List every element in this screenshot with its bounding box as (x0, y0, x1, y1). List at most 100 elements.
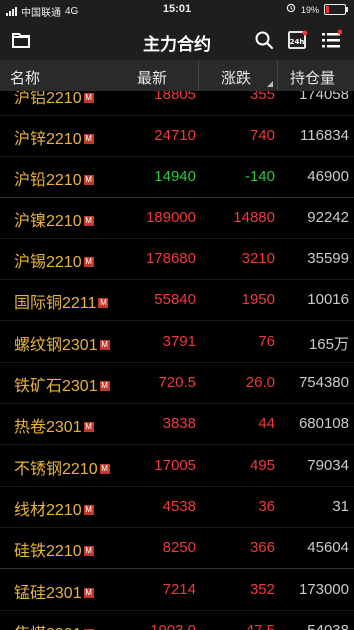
latest-price: 55840 (154, 291, 196, 308)
main-contract-badge: M (83, 588, 94, 598)
main-contract-badge: M (83, 216, 94, 226)
table-row[interactable]: 不锈钢2210 M 17005 495 79034 (0, 445, 354, 486)
price-change: 44 (258, 415, 275, 432)
latest-price: 178680 (145, 250, 196, 267)
main-contract-badge: M (83, 422, 94, 432)
price-change: 352 (249, 581, 275, 598)
contract-name: 铁矿石2301 M (14, 372, 110, 396)
contract-name: 锰硅2301 M (14, 579, 94, 603)
table-row[interactable]: 螺纹钢2301 M 3791 76 165万 (0, 321, 354, 362)
latest-price: 7214 (162, 581, 196, 598)
main-contract-badge: M (83, 175, 94, 185)
price-change: 1950 (241, 291, 275, 308)
open-interest: 35599 (307, 250, 349, 267)
price-change: 740 (249, 127, 275, 144)
price-change: 76 (258, 333, 275, 350)
table-row[interactable]: 国际铜2211 M 55840 1950 10016 (0, 279, 354, 320)
open-interest: 45604 (307, 539, 349, 556)
table-row[interactable]: 铁矿石2301 M 720.5 26.0 754380 (0, 362, 354, 403)
latest-price: 189000 (145, 209, 196, 226)
contract-name-text: 铁矿石2301 (14, 378, 98, 395)
column-latest[interactable]: 最新 (137, 67, 167, 88)
price-change: 36 (258, 498, 275, 515)
contract-name-text: 沪锌2210 (14, 131, 82, 148)
latest-price: 3838 (162, 415, 196, 432)
contract-name: 沪铅2210 M (14, 166, 94, 190)
contract-name-text: 螺纹钢2301 (14, 337, 98, 354)
open-interest: 680108 (298, 415, 349, 432)
alarm-icon (286, 3, 296, 16)
open-interest: 54038 (307, 622, 349, 630)
table-row[interactable]: 热卷2301 M 3838 44 680108 (0, 403, 354, 444)
open-interest: 92242 (307, 209, 349, 226)
table-row[interactable]: 沪锡2210 M 178680 3210 35599 (0, 238, 354, 279)
calendar-24h-icon[interactable]: 24h (287, 29, 309, 51)
contract-name: 线材2210 M (14, 496, 94, 520)
latest-price: 3791 (162, 333, 196, 350)
column-open-interest[interactable]: 持仓量 (290, 67, 335, 88)
table-row[interactable]: 沪镍2210 M 189000 14880 92242 (0, 197, 354, 238)
column-header: 名称 最新 涨跌 持仓量 (0, 60, 354, 91)
latest-price: 1903.0 (150, 622, 196, 630)
menu-list-icon[interactable] (320, 29, 343, 51)
latest-price: 17005 (154, 457, 196, 474)
open-interest: 46900 (307, 168, 349, 185)
table-row[interactable]: 沪铅2210 M 14940 -140 46900 (0, 156, 354, 197)
main-contract-badge: M (83, 546, 94, 556)
contract-name-text: 沪铝2210 (14, 91, 82, 107)
main-contract-badge: M (83, 505, 94, 515)
contract-name-text: 硅铁2210 (14, 543, 82, 560)
contract-name: 沪锡2210 M (14, 248, 94, 272)
main-contract-badge: M (98, 298, 109, 308)
contract-name: 焦煤2301M (14, 620, 94, 630)
contract-name: 国际铜2211 M (14, 289, 109, 313)
column-change[interactable]: 涨跌 (221, 67, 251, 88)
table-row[interactable]: 线材2210 M 4538 36 31 (0, 486, 354, 527)
price-change: 14880 (233, 209, 275, 226)
column-separator (277, 60, 278, 91)
latest-price: 18805 (154, 91, 196, 103)
latest-price: 14940 (154, 168, 196, 185)
price-change: 47.5 (246, 622, 275, 630)
open-interest: 165万 (308, 336, 349, 353)
table-row[interactable]: 硅铁2210 M 8250 366 45604 (0, 527, 354, 568)
contract-name-text: 焦煤2301 (14, 626, 82, 630)
price-change: 26.0 (245, 374, 275, 391)
price-change: 3210 (241, 250, 275, 267)
contract-name: 沪镍2210 M (14, 207, 94, 231)
open-interest: 754380 (298, 374, 349, 391)
contract-list[interactable]: 沪铝2210 M 18805 355 174058 沪锌2210 M 24710 740 1168… (0, 91, 354, 630)
main-contract-badge: M (99, 340, 110, 350)
price-change: 366 (249, 539, 275, 556)
contract-name: 硅铁2210 M (14, 537, 94, 561)
price-change: 355 (249, 91, 275, 103)
open-interest: 173000 (298, 581, 349, 598)
table-row[interactable]: 沪锌2210 M 24710 740 116834 (0, 115, 354, 156)
status-right: 19% (286, 3, 348, 16)
contract-name-text: 沪镍2210 (14, 213, 82, 230)
svg-text:24h: 24h (290, 38, 305, 46)
table-row[interactable]: 锰硅2301 M 7214 352 173000 (0, 569, 354, 610)
open-interest: 174058 (298, 91, 349, 103)
table-row[interactable]: 焦煤2301M 1903.0 47.5 54038 (0, 610, 354, 630)
price-change: -140 (244, 168, 275, 185)
open-interest: 116834 (300, 127, 349, 144)
column-name[interactable]: 名称 (10, 67, 40, 88)
main-contract-badge: M (83, 93, 94, 103)
sort-indicator-icon (267, 81, 273, 87)
open-interest: 79034 (307, 457, 349, 474)
latest-price: 4538 (162, 498, 196, 515)
contract-name-text: 国际铜2211 (14, 295, 97, 312)
battery-icon (324, 4, 348, 15)
main-contract-badge: M (83, 257, 94, 267)
app-header: 主力合约 24h (0, 20, 354, 60)
latest-price: 720.5 (158, 374, 196, 391)
status-bar: 中国联通 4G 15:01 19% (0, 0, 354, 20)
contract-name: 不锈钢2210 M (14, 455, 110, 479)
search-icon[interactable] (253, 29, 275, 51)
contract-name-text: 沪锡2210 (14, 254, 82, 271)
table-row[interactable]: 沪铝2210 M 18805 355 174058 (0, 91, 354, 115)
battery-percent: 19% (300, 4, 319, 15)
open-interest: 10016 (307, 291, 349, 308)
main-contract-badge: M (99, 464, 110, 474)
